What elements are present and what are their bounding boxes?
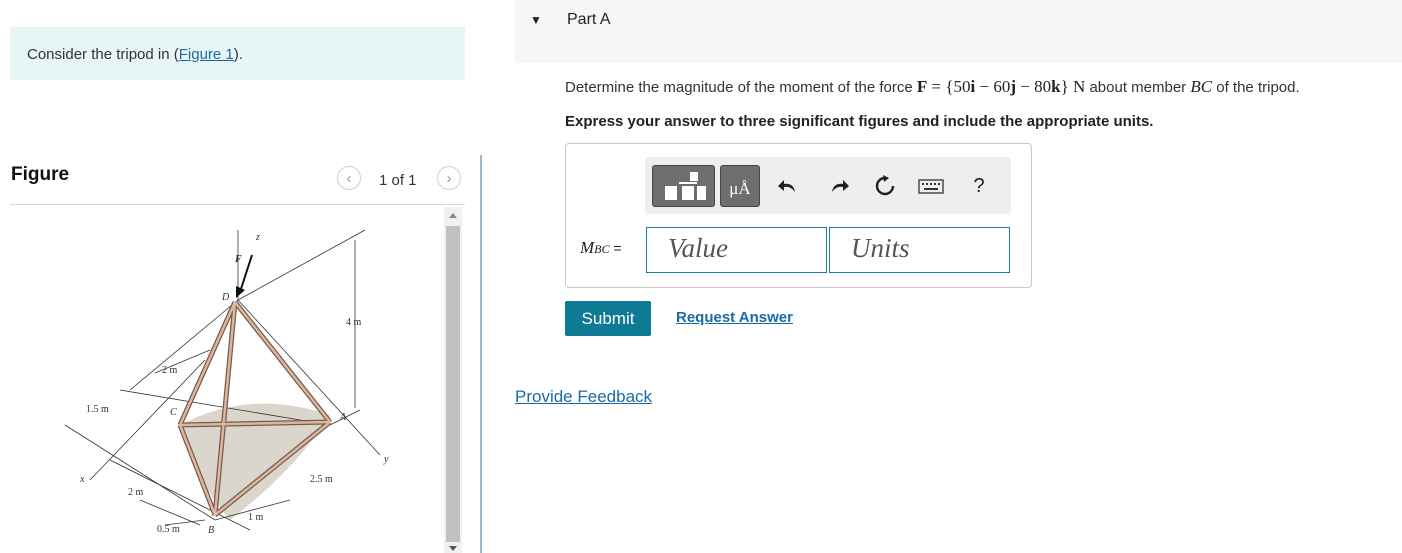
dim-0-5m: 0.5 m bbox=[157, 524, 180, 535]
intro-panel: Consider the tripod in (Figure 1). bbox=[10, 27, 465, 80]
undo-icon bbox=[778, 180, 795, 192]
label-A: A bbox=[339, 412, 347, 423]
request-answer-link[interactable]: Request Answer bbox=[676, 309, 793, 326]
label-C: C bbox=[170, 407, 177, 418]
reset-icon bbox=[875, 175, 895, 196]
prev-figure-button[interactable]: ‹ bbox=[337, 166, 361, 190]
provide-feedback-link[interactable]: Provide Feedback bbox=[515, 387, 652, 407]
templates-button[interactable] bbox=[652, 165, 715, 207]
dim-2-5m: 2.5 m bbox=[310, 474, 333, 485]
label-x: x bbox=[79, 474, 85, 485]
units-icon: μÅ bbox=[729, 179, 751, 198]
redo-button[interactable] bbox=[826, 173, 852, 199]
dim-1m: 1 m bbox=[248, 512, 264, 523]
units-button[interactable]: μÅ bbox=[720, 165, 760, 207]
dim-1-5m: 1.5 m bbox=[86, 404, 109, 415]
reset-button[interactable] bbox=[872, 173, 898, 199]
intro-text: Consider the tripod in (Figure 1). bbox=[27, 46, 243, 63]
tripod-figure: z F D C A B x y 4 m 2 m 1.5 m 2 m 0.5 m … bbox=[64, 229, 389, 536]
help-button[interactable]: ? bbox=[967, 173, 991, 199]
dim-2m-top: 2 m bbox=[162, 365, 178, 376]
part-label: Part A bbox=[567, 11, 611, 28]
math-toolbar: μÅ ? bbox=[645, 157, 1011, 214]
figure-divider bbox=[10, 204, 465, 205]
label-D: D bbox=[221, 292, 230, 303]
part-header[interactable] bbox=[515, 0, 1402, 63]
label-B: B bbox=[208, 525, 214, 536]
chevron-right-icon: › bbox=[446, 169, 452, 187]
caret-down-icon[interactable]: ▼ bbox=[530, 13, 542, 27]
column-divider bbox=[480, 155, 482, 553]
chevron-left-icon: ‹ bbox=[346, 169, 352, 187]
dim-2m-bottom: 2 m bbox=[128, 487, 144, 498]
scroll-up-icon[interactable] bbox=[448, 211, 458, 219]
figure-link[interactable]: Figure 1 bbox=[179, 46, 234, 63]
keyboard-button[interactable] bbox=[917, 175, 945, 197]
label-F: F bbox=[234, 254, 242, 265]
units-input[interactable]: Units bbox=[829, 227, 1010, 273]
scroll-down-icon[interactable] bbox=[448, 545, 458, 553]
figure-scrollbar-thumb[interactable] bbox=[446, 226, 460, 542]
help-icon: ? bbox=[973, 174, 985, 197]
undo-button[interactable] bbox=[775, 173, 801, 199]
label-y: y bbox=[383, 454, 389, 465]
instruction-text: Express your answer to three significant… bbox=[565, 113, 1154, 130]
value-input[interactable]: Value bbox=[646, 227, 827, 273]
templates-icon bbox=[664, 172, 706, 200]
answer-variable-label: MBC = bbox=[580, 238, 622, 257]
submit-button[interactable]: Submit bbox=[565, 301, 651, 336]
next-figure-button[interactable]: › bbox=[437, 166, 461, 190]
figure-pager-text: 1 of 1 bbox=[379, 172, 417, 189]
question-text: Determine the magnitude of the moment of… bbox=[565, 77, 1300, 96]
keyboard-icon bbox=[918, 179, 944, 194]
dim-4m: 4 m bbox=[346, 317, 362, 328]
figure-title: Figure bbox=[11, 164, 70, 185]
label-z: z bbox=[255, 232, 260, 243]
redo-icon bbox=[832, 180, 849, 192]
